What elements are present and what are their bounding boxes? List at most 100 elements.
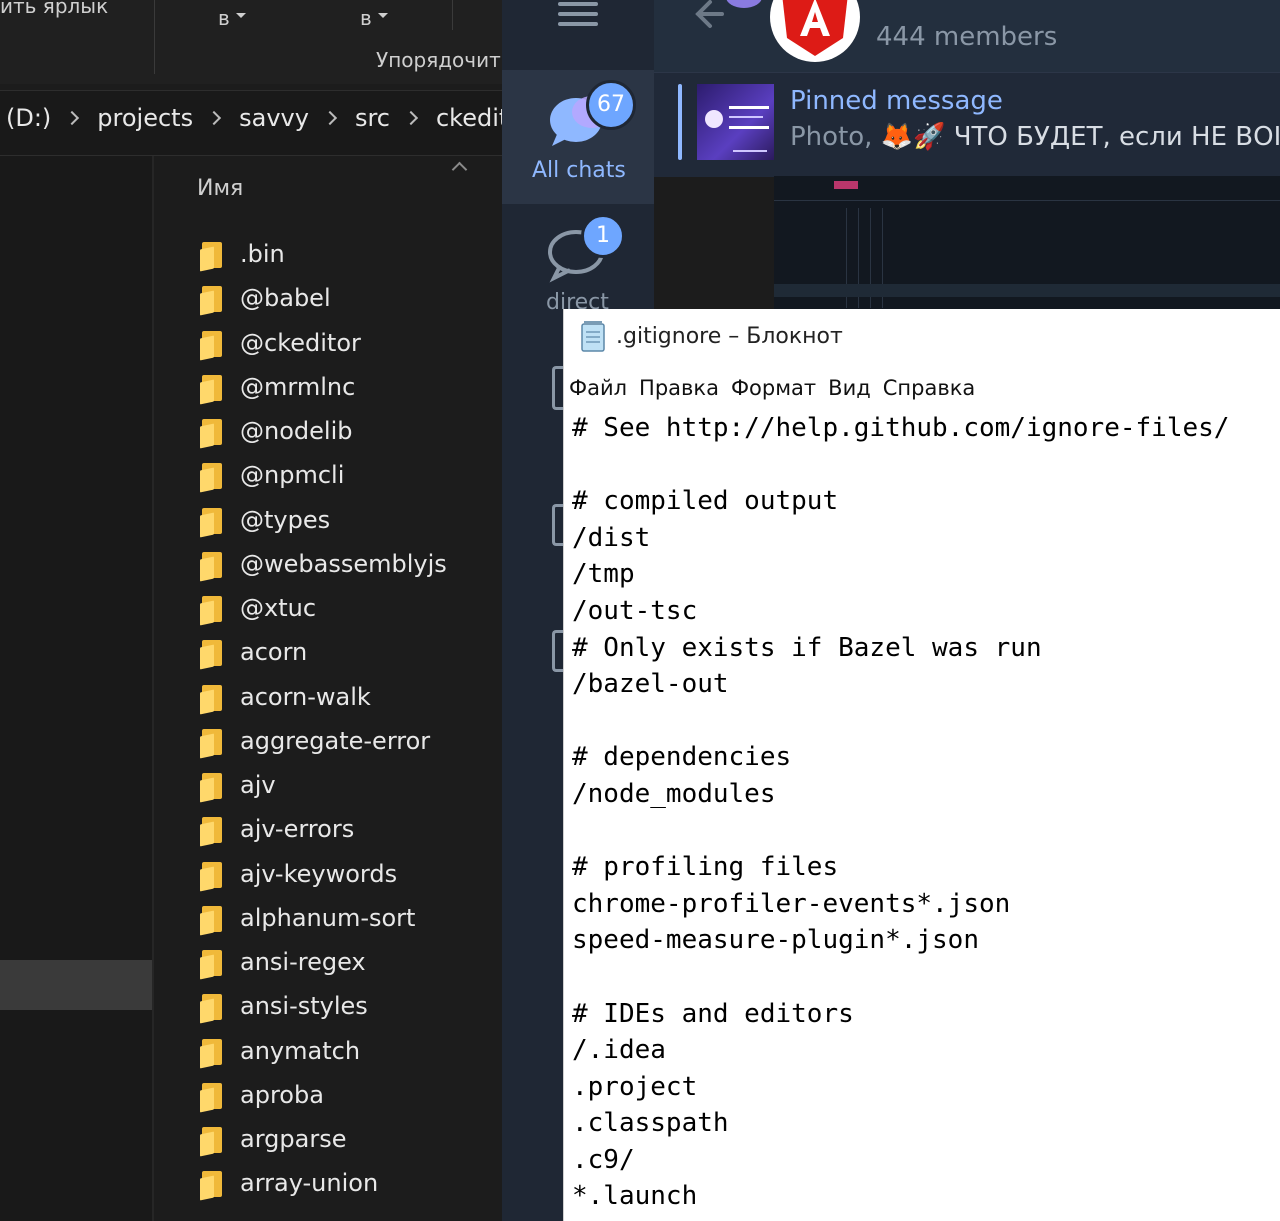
list-item[interactable]: @npmcli [200, 453, 500, 497]
menu-file[interactable]: Файл [569, 376, 627, 400]
menu-help[interactable]: Справка [883, 376, 976, 400]
text-line: # compiled output [572, 486, 839, 517]
folder-label: All chats [532, 158, 626, 183]
folder-icon [200, 1127, 224, 1157]
list-item[interactable]: ajv [200, 763, 500, 807]
notepad-app-icon [581, 321, 605, 352]
folder-name: ansi-styles [240, 992, 368, 1021]
text-line: .project [572, 1071, 698, 1102]
text-line [572, 813, 1278, 850]
list-item[interactable]: alphanum-sort [200, 896, 500, 940]
window-title: .gitignore – Блокнот [616, 324, 843, 349]
sort-button[interactable]: Упорядочит [376, 48, 501, 72]
column-header-name[interactable]: Имя [197, 176, 243, 201]
folder-name: ansi-regex [240, 948, 366, 977]
text-editor-area[interactable]: # See http://help.github.com/ignore-file… [572, 410, 1278, 1221]
list-item[interactable]: @nodelib [200, 409, 500, 453]
folder-name: ajv-keywords [240, 859, 398, 888]
list-item[interactable]: aproba [200, 1073, 500, 1117]
angular-logo-icon [782, 0, 848, 56]
chevron-down-icon [377, 12, 388, 18]
folder-name: alphanum-sort [240, 903, 416, 932]
folder-icon [200, 994, 224, 1024]
text-line [572, 703, 1278, 740]
list-item[interactable]: @webassemblyjs [200, 542, 500, 586]
pinned-photo-thumbnail [697, 84, 774, 160]
ribbon-dropdown-b[interactable]: в [360, 6, 388, 30]
folder-icon [200, 551, 224, 582]
breadcrumb-item[interactable]: (D:) [6, 104, 51, 132]
list-item[interactable]: aggregate-error [200, 719, 500, 763]
text-line: /out-tsc [572, 595, 698, 626]
folder-name: acorn-walk [240, 682, 371, 711]
folder-icon [200, 374, 224, 405]
text-line: /node_modules [572, 778, 776, 809]
folder-name: aproba [240, 1080, 324, 1109]
menu-edit[interactable]: Правка [639, 376, 719, 400]
text-line: *.launch [572, 1181, 698, 1212]
chevron-right-icon[interactable] [65, 110, 80, 126]
pinned-indicator [678, 84, 682, 160]
list-item[interactable]: ansi-regex [200, 940, 500, 984]
unread-badge: 1 [581, 214, 625, 258]
breadcrumb-item[interactable]: savvy [239, 104, 309, 132]
chevron-right-icon[interactable] [322, 110, 338, 126]
folder-name: @nodelib [240, 417, 353, 446]
text-line [572, 959, 1278, 996]
pinned-preview: Photo, 🦊🚀 ЧТО БУДЕТ, если НЕ ВОІ [790, 122, 1280, 152]
folder-name: @webassemblyjs [240, 549, 447, 578]
text-line: chrome-profiler-events*.json [572, 888, 1011, 919]
folder-name: @mrmlnc [240, 372, 356, 401]
list-item[interactable]: @xtuc [200, 586, 500, 630]
menu-view[interactable]: Вид [828, 376, 871, 400]
folder-name: anymatch [240, 1036, 361, 1065]
folder-icon [200, 684, 224, 715]
navigation-pane [0, 156, 152, 1221]
list-item[interactable]: @mrmlnc [200, 365, 500, 409]
ribbon-divider [452, 0, 453, 30]
list-item[interactable]: .bin [200, 232, 500, 276]
chevron-down-icon [235, 12, 246, 18]
text-line: /.idea [572, 1035, 666, 1066]
text-line: # Only exists if Bazel was run [572, 632, 1042, 663]
folder-icon [200, 419, 224, 449]
list-item[interactable]: @types [200, 498, 500, 542]
chat-code-screenshot [774, 176, 1280, 310]
avatar[interactable] [770, 0, 860, 62]
list-item[interactable]: argparse [200, 1117, 500, 1161]
breadcrumb-item[interactable]: projects [97, 104, 193, 132]
folder-icon [200, 640, 224, 670]
folder-icon [200, 463, 224, 493]
list-item[interactable]: ajv-errors [200, 807, 500, 851]
folder-icon [200, 1082, 224, 1113]
list-item[interactable]: anymatch [200, 1029, 500, 1073]
menu-bar: Файл Правка Формат Вид Справка [569, 376, 975, 400]
menu-format[interactable]: Формат [731, 376, 816, 400]
ribbon-dropdown-b-label: в [360, 6, 372, 30]
folder-icon [200, 596, 224, 626]
breadcrumb-item[interactable]: src [355, 104, 390, 132]
list-item[interactable]: ajv-keywords [200, 852, 500, 896]
create-shortcut-button[interactable]: ить ярлык [0, 0, 108, 18]
folder-icon [200, 728, 224, 759]
text-line: # dependencies [572, 742, 792, 773]
folder-name: array-union [240, 1169, 379, 1198]
list-item[interactable]: acorn-walk [200, 675, 500, 719]
text-line: # See http://help.github.com/ignore-file… [572, 413, 1230, 443]
hamburger-menu-icon[interactable] [558, 2, 598, 32]
text-line: # IDEs and editors [572, 998, 854, 1029]
list-item[interactable]: acorn [200, 630, 500, 674]
ribbon-dropdown-a[interactable]: в [218, 6, 246, 30]
list-item[interactable]: ansi-styles [200, 984, 500, 1028]
chevron-right-icon[interactable] [207, 110, 222, 126]
folder-icon [200, 286, 224, 316]
chevron-right-icon[interactable] [403, 110, 419, 126]
list-item[interactable]: @ckeditor [200, 321, 500, 365]
list-item[interactable]: array-union [200, 1161, 500, 1205]
navigation-pane-selected-item[interactable] [0, 960, 152, 1010]
folder-icon [200, 242, 224, 272]
folder-icon [200, 507, 224, 538]
text-line: /tmp [572, 559, 635, 590]
ribbon-dropdown-a-label: в [218, 6, 230, 30]
list-item[interactable]: @babel [200, 276, 500, 320]
